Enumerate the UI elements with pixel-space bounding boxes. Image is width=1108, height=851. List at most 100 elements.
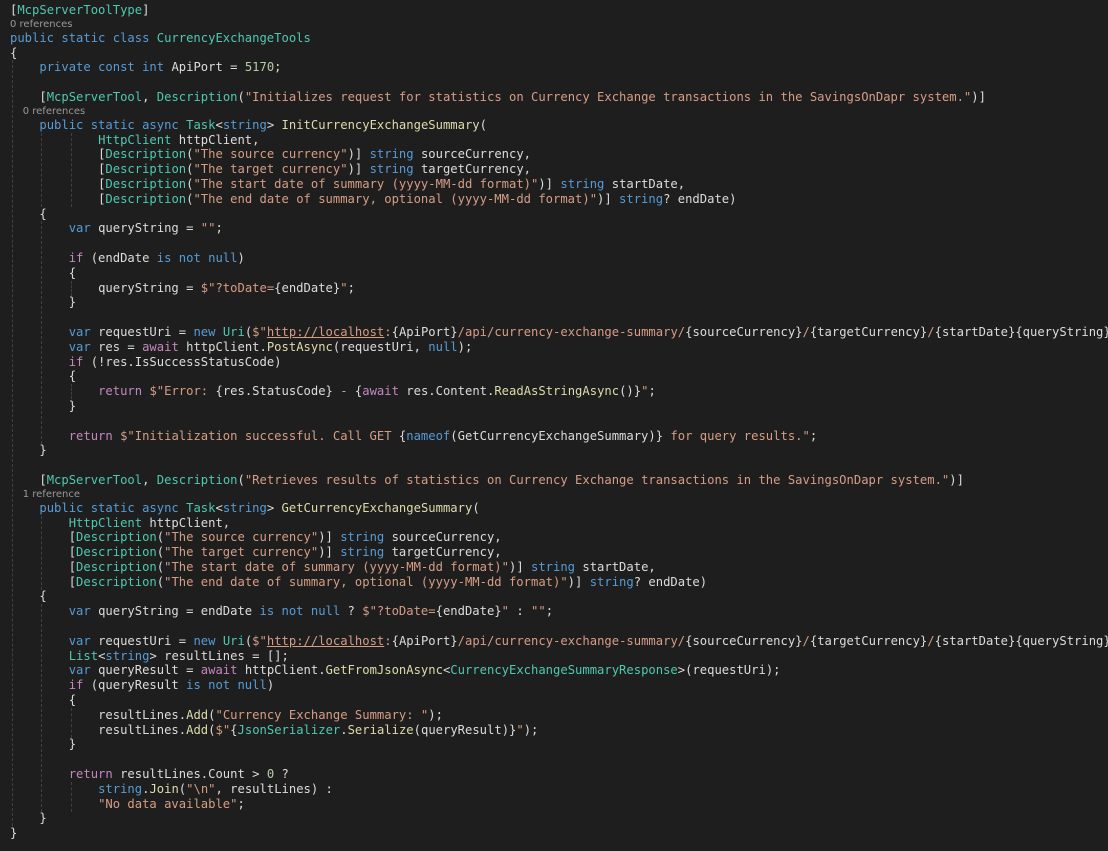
code-token: { bbox=[68, 369, 77, 384]
code-token: resultLines.Count > bbox=[120, 767, 267, 782]
code-token: "" bbox=[200, 221, 216, 236]
code-token: httpClient, bbox=[171, 132, 260, 147]
code-token: $"Error: bbox=[149, 384, 216, 399]
code-token: [ bbox=[39, 472, 47, 487]
code-token: , bbox=[142, 89, 157, 104]
code-token: resultLines. bbox=[98, 707, 187, 722]
indent-guide bbox=[41, 221, 43, 444]
codelens-references[interactable]: 1 reference bbox=[10, 488, 1108, 501]
code-editor[interactable]: [McpServerToolType] 0 references public st… bbox=[0, 0, 1108, 851]
code-line: [Description("The target currency")] str… bbox=[10, 545, 1108, 560]
code-token: } bbox=[39, 811, 47, 826]
code-token: / bbox=[802, 633, 810, 648]
code-line: } bbox=[10, 811, 1108, 826]
codelens-references[interactable]: 0 references bbox=[10, 18, 1108, 31]
code-token: (queryResult)} bbox=[413, 722, 517, 737]
code-token: "Retrieves results of statistics on Curr… bbox=[244, 472, 950, 487]
code-token: ? bbox=[274, 767, 289, 782]
code-token: "\n" bbox=[186, 781, 216, 796]
code-token: GetFromJsonAsync bbox=[325, 663, 443, 678]
code-token: return bbox=[98, 384, 150, 399]
code-token: )] bbox=[597, 191, 620, 206]
code-token: string bbox=[589, 574, 634, 589]
code-token: "The start date of summary (yyyy-MM-dd f… bbox=[164, 559, 509, 574]
code-token: ( bbox=[156, 574, 165, 589]
code-token: )] bbox=[318, 545, 341, 560]
code-token: {sourceCurrency} bbox=[685, 633, 803, 648]
code-token: is not null bbox=[156, 250, 238, 265]
code-token: " bbox=[516, 722, 524, 737]
code-token: 5170 bbox=[244, 60, 275, 75]
code-token: InitCurrencyExchangeSummary bbox=[281, 117, 480, 132]
code-line: { bbox=[10, 207, 1108, 222]
code-line: var requestUri = new Uri($"http://localh… bbox=[10, 325, 1108, 340]
code-line: "No data available"; bbox=[10, 797, 1108, 812]
code-token: (!res.IsSuccessStatusCode) bbox=[90, 354, 282, 369]
codelens-references[interactable]: 0 references bbox=[10, 105, 1108, 118]
code-token: "The target currency" bbox=[193, 162, 348, 177]
code-token: HttpClient bbox=[98, 132, 172, 147]
code-token: (endDate bbox=[90, 250, 157, 265]
code-token: var bbox=[68, 633, 99, 648]
code-token: targetCurrency, bbox=[413, 162, 532, 177]
code-token: : bbox=[384, 633, 392, 648]
code-line: [Description("The start date of summary … bbox=[10, 560, 1108, 575]
code-token: GetCurrencyExchangeSummary bbox=[281, 500, 473, 515]
code-token: [ bbox=[39, 89, 47, 104]
code-token: , resultLines) : bbox=[215, 781, 333, 796]
code-token: return bbox=[68, 767, 121, 782]
indent-guide bbox=[12, 60, 13, 826]
code-token: is not null bbox=[186, 678, 267, 693]
indent-guide bbox=[70, 708, 72, 738]
code-line: resultLines.Add("Currency Exchange Summa… bbox=[10, 708, 1108, 723]
code-token: ); bbox=[457, 339, 473, 354]
code-token: ( bbox=[156, 559, 165, 574]
code-token: Description bbox=[76, 559, 157, 574]
code-token: {startDate}{queryString} bbox=[934, 324, 1108, 339]
code-token: {ApiPort} bbox=[391, 324, 458, 339]
code-token: McpServerToolType bbox=[17, 3, 143, 17]
code-token: { bbox=[230, 722, 238, 737]
code-line: var queryResult = await httpClient.GetFr… bbox=[10, 663, 1108, 678]
code-token: string bbox=[98, 781, 143, 796]
code-token: [ bbox=[68, 559, 77, 574]
code-token: [ bbox=[68, 574, 77, 589]
code-token: "The end date of summary, optional (yyyy… bbox=[193, 191, 598, 206]
code-line: [Description("The source currency")] str… bbox=[10, 147, 1108, 162]
code-token: await bbox=[362, 384, 407, 399]
code-token: $" bbox=[215, 722, 231, 737]
code-token: { bbox=[10, 45, 18, 60]
code-line: { bbox=[10, 589, 1108, 604]
code-token: new bbox=[193, 324, 223, 339]
code-token: ; bbox=[215, 221, 223, 236]
code-token: Uri bbox=[222, 324, 245, 339]
indent-guide bbox=[70, 782, 72, 812]
code-token: CurrencyExchangeSummaryResponse bbox=[450, 663, 678, 678]
code-token: " bbox=[501, 604, 509, 619]
code-line: HttpClient httpClient, bbox=[10, 516, 1108, 531]
code-line: { bbox=[10, 266, 1108, 281]
code-token: var bbox=[68, 663, 99, 678]
code-token: new bbox=[193, 633, 223, 648]
code-token: string bbox=[105, 648, 150, 663]
code-token: ( bbox=[472, 500, 480, 515]
code-token: var bbox=[68, 221, 99, 236]
code-token: ( bbox=[237, 472, 245, 487]
code-token: >(requestUri); bbox=[677, 663, 781, 678]
code-token: < bbox=[215, 500, 223, 515]
code-line: HttpClient httpClient, bbox=[10, 133, 1108, 148]
code-token: : bbox=[384, 324, 392, 339]
code-token: if bbox=[68, 678, 91, 693]
code-line: queryString = $"?toDate={endDate}"; bbox=[10, 281, 1108, 296]
